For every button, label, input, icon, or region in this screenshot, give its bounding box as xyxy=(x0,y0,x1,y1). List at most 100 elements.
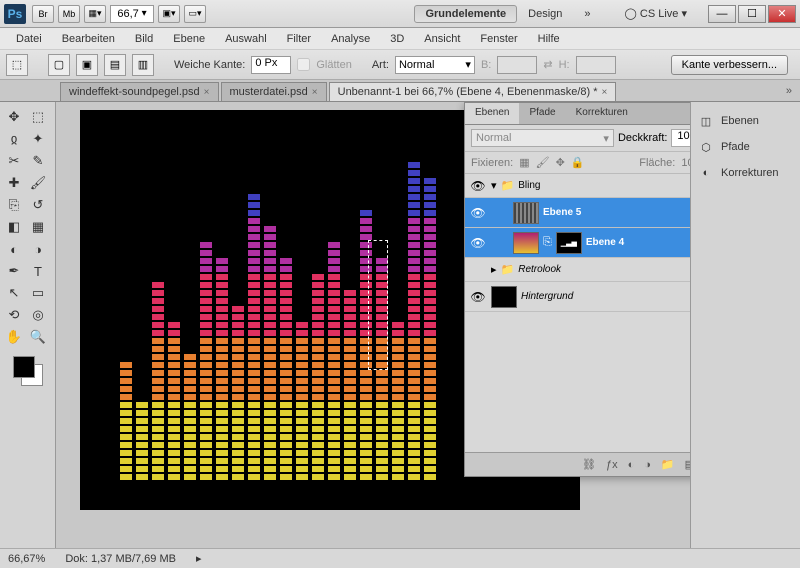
minimize-button[interactable]: — xyxy=(708,5,736,23)
blend-mode-select[interactable]: Normal▾ xyxy=(471,129,614,147)
opacity-input[interactable]: 100% xyxy=(671,129,690,147)
minibridge-button[interactable]: Mb xyxy=(58,5,80,23)
menu-fenster[interactable]: Fenster xyxy=(470,33,527,45)
path-tool[interactable]: ↖ xyxy=(2,282,26,304)
color-swatch[interactable] xyxy=(13,356,43,386)
layer-ebene4[interactable]: 👁 ⎘ ▁▃▅ Ebene 4 xyxy=(465,228,690,258)
menu-3d[interactable]: 3D xyxy=(380,33,414,45)
stamp-tool[interactable]: ⎘ xyxy=(2,194,26,216)
layer-ebene5[interactable]: 👁 Ebene 5 xyxy=(465,198,690,228)
mask-icon[interactable]: ◐ xyxy=(628,459,635,471)
layer-name[interactable]: Bling xyxy=(518,180,690,191)
visibility-icon[interactable]: 👁 xyxy=(469,206,487,220)
maximize-button[interactable]: ☐ xyxy=(738,5,766,23)
layer-name[interactable]: Hintergrund xyxy=(521,291,690,302)
menu-bearbeiten[interactable]: Bearbeiten xyxy=(52,33,125,45)
menu-bild[interactable]: Bild xyxy=(125,33,163,45)
dodge-tool[interactable]: ◑ xyxy=(26,238,50,260)
style-select[interactable]: Normal▾ xyxy=(395,56,475,74)
link-layers-icon[interactable]: ⛓ xyxy=(582,458,596,471)
workspace-design[interactable]: Design xyxy=(517,5,573,23)
menu-auswahl[interactable]: Auswahl xyxy=(215,33,277,45)
close-icon[interactable]: × xyxy=(312,87,318,98)
fill-input[interactable]: 100% xyxy=(681,157,690,169)
menu-hilfe[interactable]: Hilfe xyxy=(528,33,570,45)
lasso-tool[interactable]: ჲ xyxy=(2,128,26,150)
workspace-more[interactable]: » xyxy=(573,5,601,23)
layer-name[interactable]: Ebene 5 xyxy=(543,207,690,218)
lock-position-icon[interactable]: ✥ xyxy=(556,156,565,169)
tab-korrekturen[interactable]: Korrekturen xyxy=(566,103,638,124)
close-icon[interactable]: × xyxy=(602,87,608,98)
eraser-tool[interactable]: ◧ xyxy=(2,216,26,238)
menu-datei[interactable]: Datei xyxy=(6,33,52,45)
close-button[interactable]: ✕ xyxy=(768,5,796,23)
panel-shortcut-korrekturen[interactable]: ◐Korrekturen xyxy=(695,160,796,186)
tool-preset[interactable]: ⬚ xyxy=(6,54,28,76)
menu-analyse[interactable]: Analyse xyxy=(321,33,380,45)
screenmode-button[interactable]: ▭▾ xyxy=(184,5,206,23)
blur-tool[interactable]: ◐ xyxy=(2,238,26,260)
antialias-checkbox[interactable] xyxy=(297,58,310,71)
tab-ebenen[interactable]: Ebenen xyxy=(465,103,519,124)
workspace-grundelemente[interactable]: Grundelemente xyxy=(414,5,517,23)
bridge-button[interactable]: Br xyxy=(32,5,54,23)
view-extras-button[interactable]: ▦▾ xyxy=(84,5,106,23)
type-tool[interactable]: T xyxy=(26,260,50,282)
layer-group-retrolook[interactable]: ▸ 📁 Retrolook xyxy=(465,258,690,282)
zoom-tool[interactable]: 🔍 xyxy=(26,326,50,348)
group-icon[interactable]: 📁 xyxy=(661,458,675,471)
heal-tool[interactable]: ✚ xyxy=(2,172,26,194)
new-layer-icon[interactable]: ▤ xyxy=(685,458,690,471)
close-icon[interactable]: × xyxy=(204,87,210,98)
cslive-button[interactable]: ◯ CS Live ▾ xyxy=(614,4,698,23)
layer-thumbnail[interactable] xyxy=(513,232,539,254)
wand-tool[interactable]: ✦ xyxy=(26,128,50,150)
subtract-selection[interactable]: ▤ xyxy=(104,54,126,76)
lock-transparent-icon[interactable]: ▦ xyxy=(519,156,529,169)
lock-all-icon[interactable]: 🔒 xyxy=(571,156,585,169)
history-brush-tool[interactable]: ↺ xyxy=(26,194,50,216)
panel-shortcut-pfade[interactable]: ⬡Pfade xyxy=(695,134,796,160)
crop-tool[interactable]: ✂ xyxy=(2,150,26,172)
chevron-down-icon[interactable]: ▾ xyxy=(491,179,497,192)
fx-icon[interactable]: ƒx xyxy=(606,459,618,471)
move-tool[interactable]: ✥ xyxy=(2,106,26,128)
marquee-tool[interactable]: ⬚ xyxy=(26,106,50,128)
3d-tool[interactable]: ⟲ xyxy=(2,304,26,326)
layer-thumbnail[interactable] xyxy=(513,202,539,224)
tab-overflow[interactable]: » xyxy=(778,81,800,101)
camera-tool[interactable]: ◎ xyxy=(26,304,50,326)
layer-thumbnail[interactable] xyxy=(491,286,517,308)
shape-tool[interactable]: ▭ xyxy=(26,282,50,304)
pen-tool[interactable]: ✒ xyxy=(2,260,26,282)
layer-group-bling[interactable]: 👁 ▾ 📁 Bling xyxy=(465,174,690,198)
layers-panel[interactable]: Ebenen Pfade Korrekturen »≡ Normal▾ Deck… xyxy=(464,102,690,477)
gradient-tool[interactable]: ▦ xyxy=(26,216,50,238)
visibility-icon[interactable]: 👁 xyxy=(469,290,487,304)
menu-ebene[interactable]: Ebene xyxy=(163,33,215,45)
hand-tool[interactable]: ✋ xyxy=(2,326,26,348)
tab-pfade[interactable]: Pfade xyxy=(519,103,565,124)
doc-tab-2[interactable]: musterdatei.psd× xyxy=(221,82,327,101)
eyedropper-tool[interactable]: ✎ xyxy=(26,150,50,172)
chevron-right-icon[interactable]: ▸ xyxy=(491,263,497,276)
add-selection[interactable]: ▣ xyxy=(76,54,98,76)
visibility-icon[interactable]: 👁 xyxy=(469,236,487,250)
layer-name[interactable]: Retrolook xyxy=(518,264,690,275)
layer-hintergrund[interactable]: 👁 Hintergrund 🔒 xyxy=(465,282,690,312)
visibility-icon[interactable]: 👁 xyxy=(469,179,487,193)
status-doc-size[interactable]: Dok: 1,37 MB/7,69 MB xyxy=(65,553,176,565)
doc-tab-3[interactable]: Unbenannt-1 bei 66,7% (Ebene 4, Ebenenma… xyxy=(329,82,617,101)
zoom-field[interactable]: 66,7 ▾ xyxy=(110,5,154,23)
intersect-selection[interactable]: ▥ xyxy=(132,54,154,76)
new-selection[interactable]: ▢ xyxy=(48,54,70,76)
menu-ansicht[interactable]: Ansicht xyxy=(414,33,470,45)
status-zoom[interactable]: 66,67% xyxy=(8,553,45,565)
chevron-right-icon[interactable]: ▸ xyxy=(196,552,202,565)
menu-filter[interactable]: Filter xyxy=(277,33,321,45)
doc-tab-1[interactable]: windeffekt-soundpegel.psd× xyxy=(60,82,219,101)
feather-input[interactable]: 0 Px xyxy=(251,56,291,74)
layer-name[interactable]: Ebene 4 xyxy=(586,237,690,248)
arrange-button[interactable]: ▣▾ xyxy=(158,5,180,23)
